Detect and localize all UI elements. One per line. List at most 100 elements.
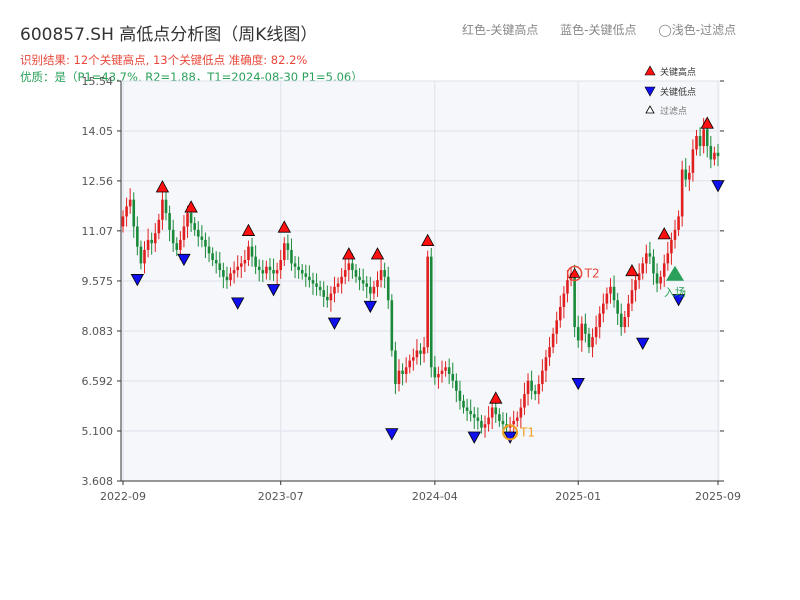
candle-body: [447, 367, 451, 374]
candle-body: [125, 206, 128, 217]
candle-body: [677, 216, 680, 230]
candle-body: [376, 280, 379, 287]
candle-body: [562, 293, 566, 307]
candle-body: [308, 276, 311, 281]
candle-body: [265, 266, 268, 274]
candle-body: [680, 169, 684, 217]
candle-body: [261, 270, 265, 274]
candle-body: [652, 256, 655, 274]
candle-body: [698, 135, 702, 147]
candle-body: [207, 246, 211, 254]
legend-high-icon: [644, 65, 656, 76]
entry-label: 入场: [664, 285, 686, 299]
candle-body: [247, 246, 250, 261]
candle-body: [469, 410, 472, 415]
candle-body: [229, 273, 232, 281]
candle-body: [232, 270, 236, 274]
candle-body: [347, 263, 351, 271]
candle-body: [573, 273, 576, 328]
candle-body: [637, 273, 641, 281]
candle-body: [634, 280, 637, 291]
candle-body: [204, 239, 207, 247]
candle-body: [340, 276, 343, 284]
candle-body: [716, 152, 720, 157]
candle-body: [612, 286, 616, 301]
y-tick-label: 14.05: [82, 125, 114, 138]
candle-body: [705, 129, 709, 147]
y-tick-label: 8.083: [82, 325, 114, 338]
y-tick-label: 3.608: [82, 475, 114, 488]
candle-body: [326, 296, 329, 301]
candle-body: [655, 273, 659, 284]
y-tick-label: 6.592: [82, 375, 114, 388]
candle-body: [605, 293, 609, 304]
candle-body: [444, 367, 447, 371]
candle-body: [336, 283, 340, 287]
candle-body: [200, 236, 204, 240]
candle-body: [419, 350, 422, 354]
x-tick-label: 2025-09: [695, 490, 741, 503]
candle-body: [293, 263, 297, 267]
t1-label: T1: [519, 425, 535, 439]
candle-body: [533, 390, 537, 395]
candle-body: [343, 270, 347, 277]
candle-body: [455, 380, 458, 391]
candle-body: [394, 350, 397, 385]
candle-body: [222, 270, 225, 277]
candle-body: [440, 370, 444, 374]
candle-body: [526, 380, 530, 395]
candle-body: [128, 199, 132, 207]
candle-body: [412, 357, 415, 361]
candle-body: [630, 290, 634, 304]
x-tick-label: 2025-01: [555, 490, 601, 503]
candle-body: [401, 370, 404, 374]
candle-body: [713, 152, 716, 160]
candle-body: [609, 286, 612, 294]
candle-body: [648, 253, 652, 257]
candle-body: [702, 129, 705, 147]
candle-body: [275, 270, 279, 274]
y-tick-label: 11.07: [82, 225, 114, 238]
candle-body: [465, 407, 469, 411]
candle-body: [157, 219, 161, 234]
legend-filtered-label: 过滤点: [660, 105, 687, 117]
candle-body: [386, 276, 390, 301]
candle-body: [404, 367, 408, 374]
candle-body: [584, 323, 587, 334]
candle-body: [684, 169, 688, 180]
candle-body: [225, 276, 229, 281]
candle-body: [279, 260, 283, 271]
x-tick-label: 2022-09: [100, 490, 146, 503]
candle-body: [243, 260, 247, 264]
candle-body: [268, 266, 272, 271]
candle-body: [257, 266, 261, 271]
candle-body: [519, 407, 523, 418]
candle-body: [555, 320, 559, 334]
candle-body: [196, 229, 200, 237]
candle-body: [397, 370, 401, 385]
candle-body: [286, 243, 290, 250]
candle-body: [673, 229, 677, 240]
candle-body: [480, 420, 483, 428]
candle-body: [186, 213, 189, 227]
legend-low-label: 关键低点: [660, 86, 696, 98]
candle-body: [627, 303, 630, 318]
candle-body: [666, 253, 670, 264]
candle-body: [318, 286, 322, 291]
candle-body: [193, 223, 196, 230]
y-tick-label: 12.56: [82, 175, 114, 188]
candle-body: [501, 420, 505, 425]
candle-body: [530, 380, 533, 391]
candle-body: [272, 270, 275, 274]
candle-body: [616, 300, 619, 314]
candle-body: [591, 337, 594, 348]
candle-body: [602, 303, 605, 314]
candle-body: [315, 283, 318, 287]
candle-body: [576, 327, 580, 341]
candle-body: [623, 317, 627, 328]
candle-body: [662, 263, 666, 277]
candle-body: [297, 266, 300, 271]
candle-body: [351, 263, 354, 271]
x-tick-label: 2024-04: [412, 490, 458, 503]
candle-body: [333, 286, 336, 294]
